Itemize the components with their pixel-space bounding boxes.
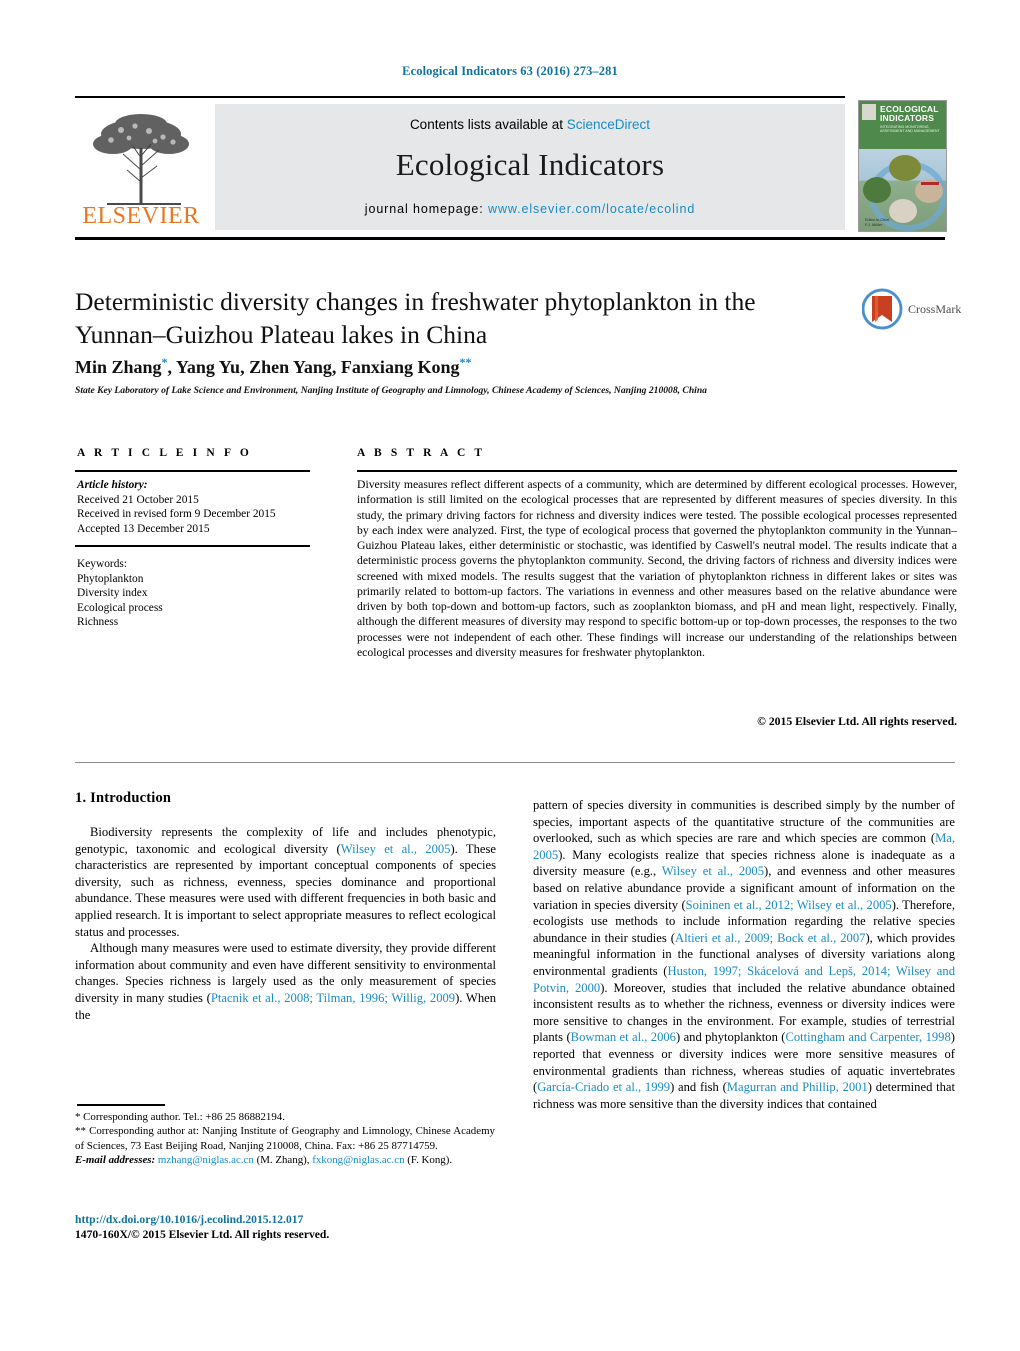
abstract-heading: A B S T R A C T <box>357 447 486 459</box>
citation-link[interactable]: Wilsey et al., 2005 <box>662 864 764 878</box>
article-history-item-0: Received 21 October 2015 <box>77 493 199 506</box>
article-history-item-1: Received in revised form 9 December 2015 <box>77 508 276 521</box>
contents-available-line: Contents lists available at ScienceDirec… <box>215 117 845 132</box>
sciencedirect-link[interactable]: ScienceDirect <box>567 117 650 132</box>
paper-page: Ecological Indicators 63 (2016) 273–281 <box>0 0 1020 1351</box>
email-link-2[interactable]: fxkong@niglas.ac.cn <box>312 1154 404 1166</box>
citation-link[interactable]: Wilsey et al., 2005 <box>341 842 451 856</box>
citation-link[interactable]: Ma, 2005 <box>533 831 955 862</box>
running-head: Ecological Indicators 63 (2016) 273–281 <box>402 64 618 78</box>
email-label: E-mail addresses: <box>75 1154 156 1167</box>
cover-title: ECOLOGICAL INDICATORS <box>880 105 939 123</box>
citation-link[interactable]: Ptacnik et al., 2008; Tilman, 1996; Will… <box>211 991 455 1005</box>
abstract-text: Diversity measures reflect different asp… <box>357 478 957 659</box>
introduction-heading: 1. Introduction <box>75 790 172 806</box>
journal-masthead: ELSEVIER Contents lists available at Sci… <box>75 98 947 232</box>
footnotes-block: * Corresponding author. Tel.: +86 25 868… <box>75 1110 495 1168</box>
elsevier-tree-icon <box>93 114 189 205</box>
article-info-rule <box>75 470 310 472</box>
crossmark-label: CrossMark <box>908 302 962 316</box>
citation-link[interactable]: García-Criado et al., 1999 <box>537 1080 670 1094</box>
footnote-rule <box>77 1104 165 1106</box>
footer-block: http://dx.doi.org/10.1016/j.ecolind.2015… <box>75 1212 515 1242</box>
journal-title: Ecological Indicators <box>395 147 665 182</box>
body-column-right: pattern of species diversity in communit… <box>533 797 955 1112</box>
paragraph: Biodiversity represents the complexity o… <box>75 825 496 939</box>
cover-title-line2: INDICATORS <box>880 113 935 123</box>
keyword-1: Diversity index <box>77 587 148 600</box>
citation-link[interactable]: Bowman et al., 2006 <box>571 1030 676 1044</box>
cover-photo-leaf <box>863 177 891 203</box>
citation-link[interactable]: Soininen et al., 2012; Wilsey et al., 20… <box>686 898 892 912</box>
doi-link[interactable]: http://dx.doi.org/10.1016/j.ecolind.2015… <box>75 1212 515 1227</box>
corresponding-mark-2: ** <box>459 355 472 369</box>
citation-link[interactable]: Altieri et al., 2009; Bock et al., 2007 <box>675 931 865 945</box>
citation-link[interactable]: Huston, 1997; Skácelová and Lepš, 2014; … <box>533 964 955 995</box>
journal-homepage-line: journal homepage: www.elsevier.com/locat… <box>215 202 845 216</box>
cover-photo-bookmark <box>921 182 939 185</box>
article-history: Article history: Received 21 October 201… <box>77 478 327 536</box>
keyword-3: Richness <box>77 616 119 629</box>
abstract-rule <box>357 470 957 472</box>
keyword-2: Ecological process <box>77 601 163 614</box>
cover-photo-shell <box>889 199 917 223</box>
footnote-corresponding-2: ** Corresponding author at: Nanjing Inst… <box>75 1125 495 1152</box>
author-list: Min Zhang*, Yang Yu, Zhen Yang, Fanxiang… <box>75 355 835 378</box>
email-owner-2: (F. Kong). <box>407 1154 453 1167</box>
homepage-url-link[interactable]: www.elsevier.com/locate/ecolind <box>488 202 695 216</box>
crossmark-badge[interactable]: CrossMark <box>861 288 962 336</box>
elsevier-logo: ELSEVIER <box>75 104 207 230</box>
footnote-corresponding-1: * Corresponding author. Tel.: +86 25 868… <box>75 1111 285 1123</box>
contents-prefix: Contents lists available at <box>409 117 567 132</box>
page-title: Deterministic diversity changes in fresh… <box>75 287 756 349</box>
keywords-block: Keywords: Phytoplankton Diversity index … <box>77 557 327 630</box>
journal-cover-thumbnail: ECOLOGICAL INDICATORS INTEGRATING MONITO… <box>858 100 947 232</box>
paragraph: pattern of species diversity in communit… <box>533 798 955 1111</box>
corresponding-mark-1: * <box>161 355 168 369</box>
paragraph: Although many measures were used to esti… <box>75 941 497 1022</box>
masthead-bottom-rule <box>75 237 945 240</box>
email-link-1[interactable]: mzhang@niglas.ac.cn <box>158 1154 254 1166</box>
footnote-emails: E-mail addresses: mzhang@niglas.ac.cn (M… <box>75 1153 495 1167</box>
keywords-rule <box>75 545 310 547</box>
keywords-label: Keywords: <box>77 558 127 570</box>
elsevier-wordmark: ELSEVIER <box>82 203 200 229</box>
section-divider <box>75 762 955 763</box>
article-info-heading: A R T I C L E I N F O <box>77 447 252 459</box>
journal-panel: Contents lists available at ScienceDirec… <box>215 104 845 230</box>
body-column-left: Biodiversity represents the complexity o… <box>75 824 496 1023</box>
homepage-prefix: journal homepage: <box>364 202 489 216</box>
author-names: Min Zhang*, Yang Yu, Zhen Yang, Fanxiang… <box>75 355 472 377</box>
citation-link[interactable]: Cottingham and Carpenter, 1998 <box>785 1030 950 1044</box>
keyword-0: Phytoplankton <box>77 572 144 585</box>
article-history-item-2: Accepted 13 December 2015 <box>77 522 210 535</box>
crossmark-icon <box>861 288 903 330</box>
affiliation: State Key Laboratory of Lake Science and… <box>75 385 707 396</box>
cover-footer-text: Editor-in-Chief F.J. Müller <box>865 218 890 227</box>
cover-elsevier-mark <box>862 104 876 120</box>
email-owner-1: (M. Zhang), <box>256 1154 310 1167</box>
citation-link[interactable]: Magurran and Phillip, 2001 <box>727 1080 868 1094</box>
issn-copyright: 1470-160X/© 2015 Elsevier Ltd. All right… <box>75 1228 330 1241</box>
article-history-label: Article history: <box>77 479 148 491</box>
cover-photo-moss <box>889 155 921 181</box>
abstract-copyright: © 2015 Elsevier Ltd. All rights reserved… <box>757 715 957 728</box>
cover-subtitle: INTEGRATING MONITORING, ASSESSMENT AND M… <box>880 125 940 134</box>
